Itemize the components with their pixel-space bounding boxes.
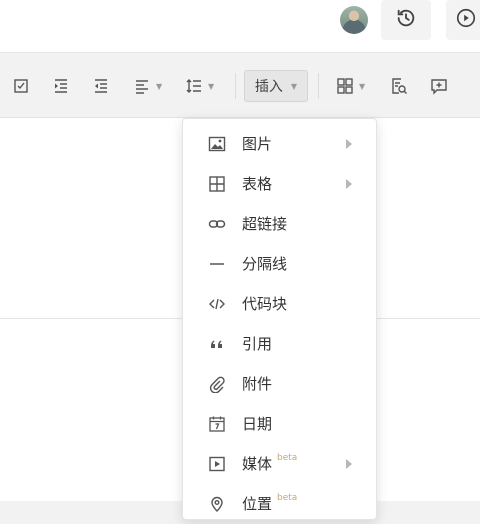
chevron-down-icon: ▼ [359, 81, 366, 91]
align-dropdown[interactable]: ▼ [133, 73, 162, 99]
toolbar-divider [235, 73, 236, 99]
line-height-icon [186, 79, 201, 93]
code-icon [207, 295, 227, 313]
add-comment-icon [431, 79, 447, 95]
history-button[interactable] [381, 0, 431, 40]
chevron-right-icon [346, 139, 352, 149]
indent-button[interactable] [52, 73, 70, 99]
insert-label: 插入 [254, 79, 283, 95]
menu-item-label: 代码块 [242, 295, 288, 313]
paperclip-icon [207, 375, 227, 393]
user-avatar[interactable] [340, 6, 368, 34]
history-icon [395, 7, 417, 33]
line-height-dropdown[interactable]: ▼ [185, 73, 214, 99]
beta-badge: beta [277, 493, 298, 503]
table-icon [207, 175, 227, 193]
menu-item-code-block[interactable]: 代码块 [183, 284, 376, 324]
menu-item-label: 媒体 beta [242, 453, 298, 473]
find-replace-button[interactable] [390, 73, 408, 99]
menu-item-table[interactable]: 表格 [183, 164, 376, 204]
chevron-down-icon: ▼ [156, 81, 163, 91]
present-button[interactable] [446, 0, 480, 40]
quote-icon [207, 335, 227, 353]
outdent-icon [95, 79, 107, 93]
layout-dropdown[interactable]: ▼ [336, 73, 365, 99]
chevron-down-icon: ▼ [208, 81, 215, 91]
calendar-icon [207, 415, 227, 433]
menu-item-quote[interactable]: 引用 [183, 324, 376, 364]
indent-icon [55, 79, 67, 93]
play-circle-icon [455, 7, 477, 33]
chevron-right-icon [346, 179, 352, 189]
media-icon [207, 455, 227, 473]
menu-item-link[interactable]: 超链接 [183, 204, 376, 244]
menu-item-label: 图片 [242, 135, 273, 153]
grid-icon [337, 78, 353, 94]
menu-item-label: 超链接 [242, 215, 288, 233]
menu-item-label: 日期 [242, 415, 273, 433]
image-icon [207, 135, 227, 153]
beta-badge: beta [277, 453, 298, 463]
editor-toolbar: ▼ ▼ 插入 ▼ ▼ [0, 53, 480, 118]
menu-item-label: 引用 [242, 335, 273, 353]
menu-item-label: 分隔线 [242, 255, 288, 273]
menu-item-image[interactable]: 图片 [183, 124, 376, 164]
menu-item-divider[interactable]: 分隔线 [183, 244, 376, 284]
menu-item-label: 附件 [242, 375, 273, 393]
top-header [0, 0, 480, 53]
toolbar-divider [318, 73, 319, 99]
menu-item-label: 表格 [242, 175, 273, 193]
menu-item-label: 位置 beta [242, 493, 298, 513]
menu-item-date[interactable]: 日期 [183, 404, 376, 444]
menu-item-location[interactable]: 位置 beta [183, 484, 376, 524]
outdent-button[interactable] [92, 73, 110, 99]
location-icon [207, 495, 227, 513]
checkbox-icon [14, 79, 28, 93]
chevron-down-icon: ▼ [290, 81, 298, 91]
link-icon [207, 215, 227, 233]
checkbox-button[interactable] [12, 73, 30, 99]
add-comment-button[interactable] [430, 73, 448, 99]
insert-menu: 图片 表格 超链接 分隔线 代码块 引用 附件 日期 媒体 beta 位置 be… [182, 118, 377, 520]
menu-item-media[interactable]: 媒体 beta [183, 444, 376, 484]
find-replace-icon [392, 78, 407, 94]
divider-icon [207, 255, 227, 273]
align-left-icon [136, 80, 148, 94]
menu-item-attachment[interactable]: 附件 [183, 364, 376, 404]
chevron-right-icon [346, 459, 352, 469]
insert-dropdown-button[interactable]: 插入 ▼ [244, 70, 308, 102]
